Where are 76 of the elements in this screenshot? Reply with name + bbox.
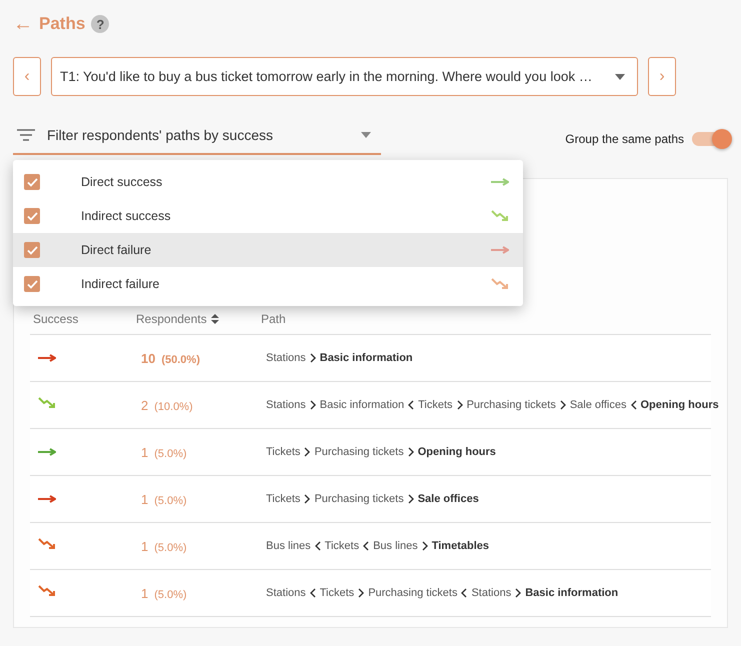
path-step: Sale offices bbox=[418, 493, 479, 505]
checkbox[interactable] bbox=[24, 208, 40, 224]
help-icon[interactable]: ? bbox=[91, 15, 110, 33]
path-step: Timetables bbox=[432, 540, 489, 552]
path-step: Basic information bbox=[525, 587, 618, 599]
path-step: Purchasing tickets bbox=[368, 587, 458, 599]
filter-option[interactable]: Indirect success bbox=[13, 199, 523, 233]
respondent-count: 1 (5.0%) bbox=[141, 444, 188, 460]
chevron-right-icon bbox=[304, 494, 310, 504]
respondent-count: 1 (5.0%) bbox=[141, 492, 188, 506]
path-step: Bus lines bbox=[373, 540, 418, 552]
path-step: Tickets bbox=[418, 399, 453, 411]
sort-icon[interactable] bbox=[210, 314, 219, 324]
chevron-left-icon bbox=[461, 588, 468, 598]
chevron-right-icon bbox=[456, 400, 463, 410]
filter-option[interactable]: Direct failure bbox=[13, 233, 523, 267]
zigzag-arrow-icon bbox=[38, 397, 56, 409]
chevron-left-icon bbox=[363, 541, 370, 551]
respondent-count: 1 (5.0%) bbox=[141, 586, 188, 600]
right-arrow-icon bbox=[38, 495, 56, 503]
path-step: Tickets bbox=[324, 540, 360, 552]
right-arrow-icon bbox=[491, 246, 509, 254]
chevron-right-icon bbox=[310, 353, 316, 363]
chevron-right-icon bbox=[560, 400, 566, 410]
filter-select[interactable]: Filter respondents' paths by success bbox=[13, 117, 381, 155]
chevron-right-icon bbox=[422, 541, 428, 551]
path-step: Basic information bbox=[320, 352, 413, 364]
filter-option[interactable]: Indirect failure bbox=[13, 267, 523, 301]
checkbox[interactable] bbox=[24, 174, 40, 190]
caret-icon bbox=[361, 132, 371, 138]
path-step: Stations bbox=[266, 352, 306, 364]
caret-icon bbox=[615, 74, 625, 80]
checkbox[interactable] bbox=[24, 276, 40, 292]
path-step: Purchasing tickets bbox=[314, 446, 404, 458]
column-header: Path bbox=[261, 312, 287, 326]
chevron-left-icon bbox=[408, 400, 414, 410]
toggle-label: Group the same paths bbox=[565, 132, 684, 146]
respondent-count: 10 (50.0%) bbox=[141, 350, 201, 366]
chevron-right-icon bbox=[358, 588, 364, 598]
path-step: Bus lines bbox=[266, 540, 311, 552]
chevron-left-icon bbox=[310, 588, 316, 598]
chevron-right-icon bbox=[304, 447, 310, 457]
checkbox[interactable] bbox=[24, 242, 40, 258]
path-step: Opening hours bbox=[640, 399, 719, 411]
path-step: Stations bbox=[266, 399, 306, 411]
column-header[interactable]: Respondents bbox=[136, 312, 261, 326]
path-step: Stations bbox=[471, 587, 512, 599]
path-step: Tickets bbox=[266, 493, 300, 505]
zigzag-arrow-icon bbox=[38, 538, 56, 550]
chevron-right-icon bbox=[408, 494, 414, 504]
path-step: Tickets bbox=[266, 446, 300, 458]
right-arrow-icon bbox=[38, 354, 56, 362]
zigzag-arrow-icon bbox=[491, 210, 509, 222]
path-step: Tickets bbox=[320, 587, 354, 599]
respondent-count: 1 (5.0%) bbox=[141, 538, 188, 554]
chevron-right-icon bbox=[310, 400, 316, 410]
column-header: Success bbox=[33, 312, 80, 326]
filter-icon bbox=[17, 129, 35, 141]
path-step: Sale offices bbox=[570, 399, 626, 411]
chevron-right-icon bbox=[408, 447, 414, 457]
filter-option[interactable]: Direct success bbox=[13, 165, 523, 199]
chevron-left-icon bbox=[314, 541, 321, 551]
right-arrow-icon bbox=[38, 448, 56, 456]
zigzag-arrow-icon bbox=[38, 585, 56, 597]
chevron-right-icon bbox=[515, 588, 522, 598]
path-step: Stations bbox=[266, 587, 306, 599]
right-arrow-icon bbox=[491, 178, 509, 186]
path-step: Purchasing tickets bbox=[314, 493, 404, 505]
respondent-count: 2 (10.0%) bbox=[141, 398, 194, 412]
chevron-left-icon bbox=[630, 400, 636, 410]
path-step: Opening hours bbox=[418, 446, 496, 458]
zigzag-arrow-icon bbox=[491, 278, 509, 290]
page-title: Paths bbox=[39, 14, 86, 34]
path-step: Basic information bbox=[320, 399, 404, 411]
path-step: Purchasing tickets bbox=[466, 399, 556, 411]
task-select[interactable]: T1: You'd like to buy a bus ticket tomorrow early in the morning. Where would you look … bbox=[51, 57, 638, 96]
